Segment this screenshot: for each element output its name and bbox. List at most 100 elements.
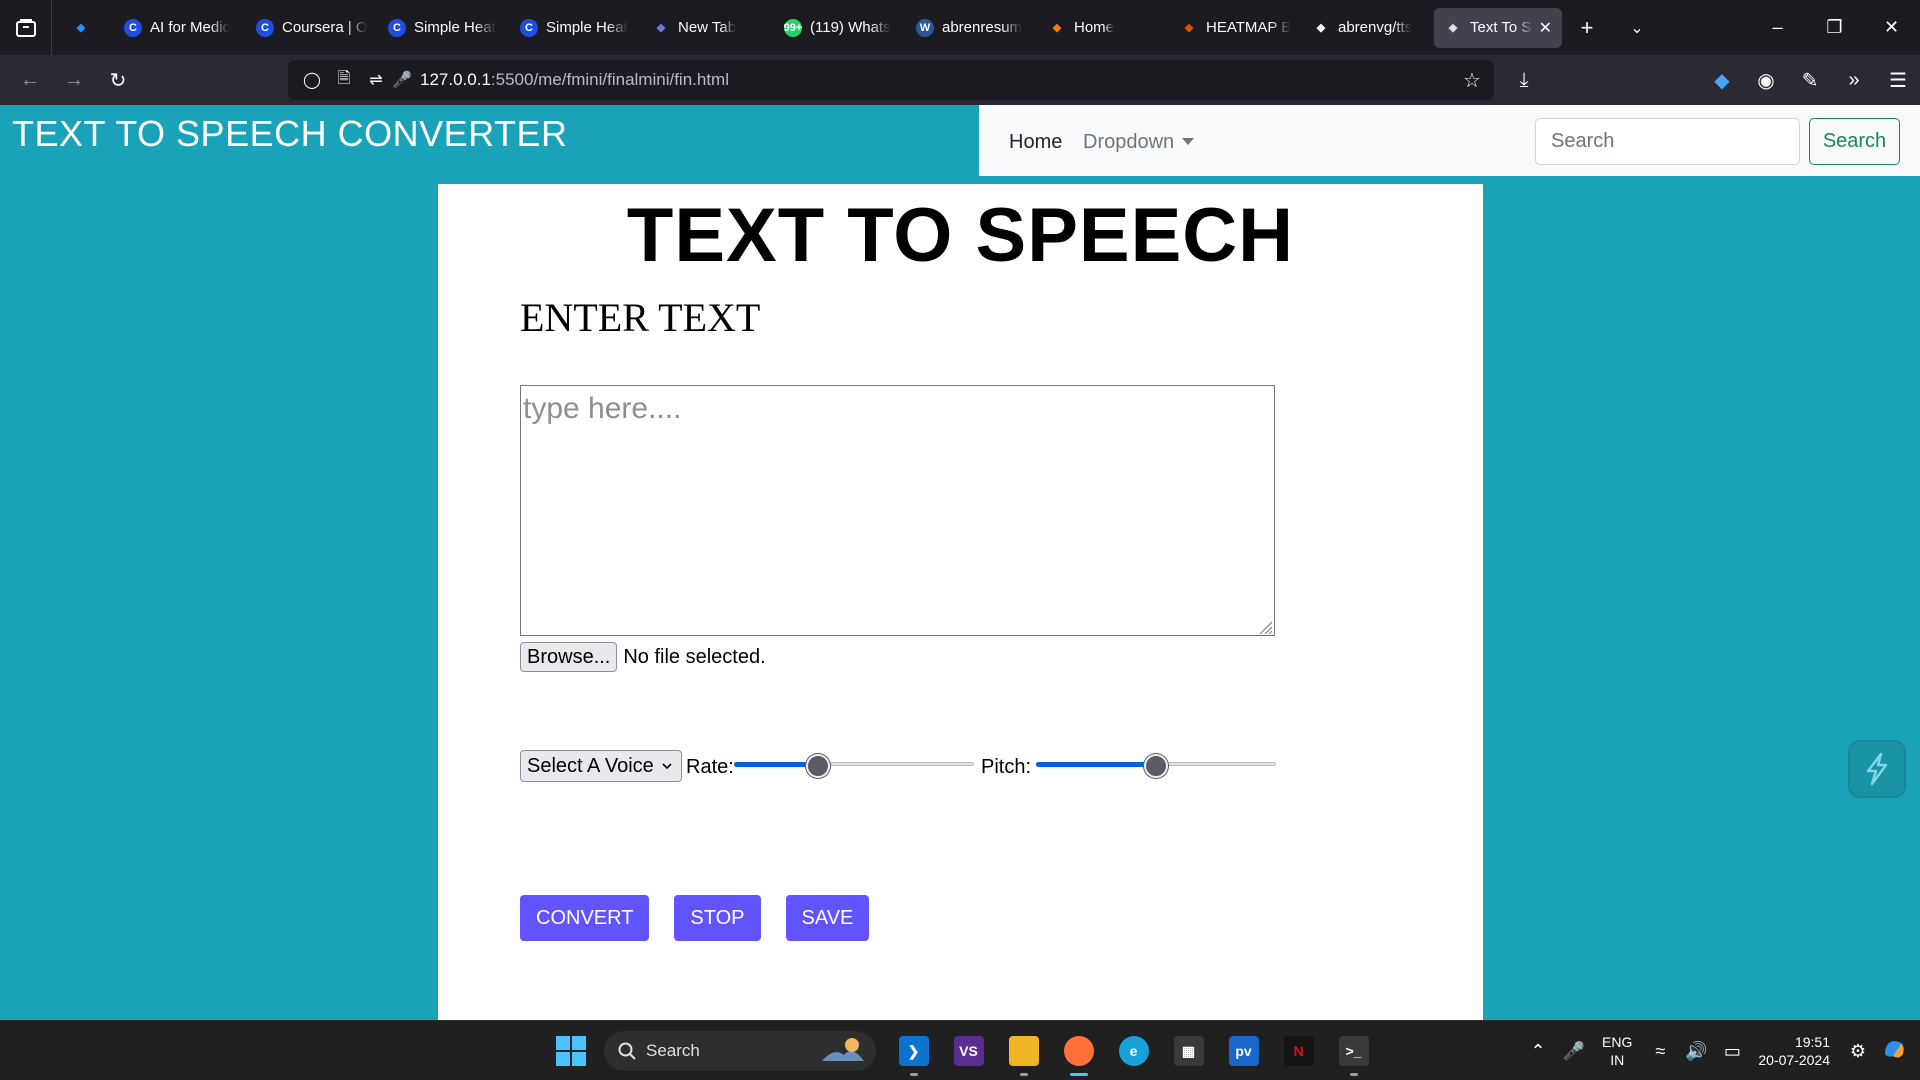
new-tab-button[interactable]: + [1562, 15, 1612, 41]
bookmark-star-icon[interactable]: ☆ [1456, 68, 1488, 93]
page-heading: TEXT TO SPEECH [626, 193, 1295, 278]
shield-icon[interactable]: ◯ [296, 70, 328, 90]
browser-tab[interactable]: ◆ Home [1038, 8, 1170, 48]
enter-text-label: ENTER TEXT [520, 295, 761, 340]
site-favicon-icon: C [124, 18, 142, 37]
rate-slider[interactable] [734, 754, 974, 778]
floating-widget-button[interactable] [1848, 740, 1906, 798]
browser-tab-bar: ◆ C AI for Medic C Coursera | O C Simple Heat C… [0, 0, 1920, 55]
browser-tab[interactable]: ◆ New Tab [642, 8, 774, 48]
web-page: TEXT TO SPEECH CONVERTER Home Dropdown S… [0, 105, 1920, 1020]
text-input-area[interactable] [520, 385, 1275, 636]
github-icon: ◆ [1316, 22, 1326, 34]
wifi-icon[interactable]: ≈ [1642, 1041, 1678, 1062]
site-favicon-icon: C [388, 18, 406, 37]
permissions-icon[interactable]: ⇌ [360, 70, 392, 90]
browser-tab[interactable]: C AI for Medic [114, 8, 246, 48]
browser-tab[interactable]: C Coursera | O [246, 8, 378, 48]
start-button[interactable] [555, 1035, 587, 1072]
taskbar-app-edge[interactable]: e [1106, 1031, 1161, 1071]
pitch-slider-thumb[interactable] [1144, 754, 1168, 778]
file-status: No file selected. [623, 645, 766, 668]
tab-title: Simple Heat [414, 19, 496, 36]
browser-tab[interactable]: ◆ Text To Sp ✕ [1434, 7, 1562, 48]
pitch-slider-fill [1036, 762, 1156, 767]
window-controls: – ❐ ✕ [1749, 0, 1920, 55]
downloads-icon[interactable]: ⤓ [1502, 60, 1546, 100]
tab-list-button[interactable] [0, 0, 52, 55]
taskbar-app-store[interactable]: ▦ [1161, 1031, 1216, 1071]
extensions-icon[interactable]: ✎ [1788, 68, 1832, 93]
language-indicator[interactable]: ENG IN [1602, 1033, 1632, 1069]
nav-search-button[interactable]: Search [1809, 118, 1900, 165]
browser-tab[interactable]: C Simple Heat [510, 8, 642, 48]
browser-tab[interactable]: ◆ abrenvg/tts [1302, 8, 1434, 48]
tab-title: abrenvg/tts [1338, 19, 1413, 36]
url-text[interactable]: 127.0.0.1:5500/me/fmini/finalmini/fin.ht… [420, 70, 729, 90]
pitch-label: Pitch: [981, 756, 1032, 778]
voice-select[interactable]: Select A Voice [520, 750, 682, 782]
resize-grip-icon[interactable] [1257, 619, 1273, 635]
firefox-icon [1063, 1036, 1094, 1066]
address-bar[interactable]: ◯ 🗎 ⇌ 🎤 127.0.0.1:5500/me/fmini/finalmin… [288, 60, 1494, 100]
forward-icon[interactable]: → [52, 60, 96, 100]
nav-search-input[interactable] [1535, 118, 1800, 165]
caret-down-icon [1182, 138, 1195, 145]
volume-icon[interactable]: 🔊 [1678, 1041, 1714, 1062]
close-window-icon[interactable]: ✕ [1863, 0, 1920, 55]
convert-button[interactable]: CONVERT [520, 895, 650, 941]
taskbar-app-file-explorer[interactable] [996, 1031, 1051, 1076]
language-code: ENG [1602, 1034, 1633, 1050]
page-icon[interactable]: 🗎 [328, 67, 360, 94]
microphone-icon[interactable]: 🎤 [392, 70, 412, 90]
taskbar-app-terminal[interactable]: >_ [1326, 1031, 1381, 1076]
search-highlight-icon [820, 1035, 866, 1068]
restore-icon[interactable]: ❐ [1806, 0, 1863, 55]
netflix-icon: N [1283, 1036, 1314, 1066]
account-icon[interactable]: ◉ [1744, 68, 1788, 93]
taskbar-app-netflix[interactable]: N [1271, 1031, 1326, 1071]
taskbar-search[interactable]: Search [604, 1031, 876, 1071]
browser-tab[interactable]: ◆ [62, 8, 114, 48]
reload-icon[interactable]: ↻ [96, 60, 140, 100]
browser-tab[interactable]: ◆ HEATMAP B [1170, 8, 1302, 48]
stop-button[interactable]: STOP [674, 895, 761, 941]
rate-slider-thumb[interactable] [806, 754, 830, 778]
back-icon[interactable]: ← [8, 60, 52, 100]
rate-label: Rate: [686, 756, 734, 778]
menu-icon[interactable]: ☰ [1876, 68, 1920, 93]
taskbar-app-prime-video[interactable]: pv [1216, 1031, 1271, 1071]
battery-icon[interactable]: ▭ [1714, 1041, 1750, 1062]
windows-logo-icon [556, 1036, 586, 1066]
copilot-icon[interactable] [1876, 1036, 1912, 1067]
save-button[interactable]: SAVE [785, 895, 870, 941]
browse-button[interactable]: Browse... [520, 642, 618, 672]
tray-overflow-icon[interactable]: ⌃ [1520, 1041, 1556, 1062]
close-tab-icon[interactable]: ✕ [1539, 18, 1552, 38]
tab-title: HEATMAP B [1206, 19, 1292, 36]
pitch-slider[interactable] [1036, 754, 1276, 778]
list-all-tabs-button[interactable]: ⌄ [1612, 18, 1662, 38]
browser-nav-bar: ← → ↻ ◯ 🗎 ⇌ 🎤 127.0.0.1:5500/me/fmini/fi… [0, 55, 1920, 105]
taskbar-app-visual-studio[interactable]: VS [941, 1031, 996, 1071]
running-indicator [1019, 1073, 1028, 1076]
visual-studio-icon: VS [953, 1036, 984, 1066]
voice-select-value: Select A Voice [527, 754, 654, 777]
taskbar-app-vscode[interactable]: ❯ [886, 1031, 941, 1076]
overflow-chevron-icon[interactable]: » [1832, 69, 1876, 92]
settings-gear-icon[interactable]: ⚙ [1840, 1041, 1876, 1062]
browser-tab[interactable]: Wabrenresum [906, 8, 1038, 48]
browser-tab[interactable]: 99+ (119) Whats [774, 8, 906, 48]
tab-title: abrenresum [942, 19, 1023, 36]
nav-home-link[interactable]: Home [1009, 131, 1062, 154]
minimize-icon[interactable]: – [1749, 0, 1806, 55]
browser-tab[interactable]: C Simple Heat [378, 8, 510, 48]
clock[interactable]: 19:51 20-07-2024 [1758, 1033, 1830, 1069]
nav-dropdown[interactable]: Dropdown [1083, 131, 1195, 154]
taskbar-app-firefox[interactable] [1051, 1031, 1106, 1076]
gem-extension-icon[interactable]: ◆ [1700, 68, 1744, 93]
main-card: TEXT TO SPEECH ENTER TEXT Browse... No f… [438, 184, 1483, 1020]
brand-title[interactable]: TEXT TO SPEECH CONVERTER [12, 113, 567, 155]
running-indicator [1349, 1073, 1358, 1076]
microphone-tray-icon[interactable]: 🎤 [1556, 1041, 1592, 1062]
